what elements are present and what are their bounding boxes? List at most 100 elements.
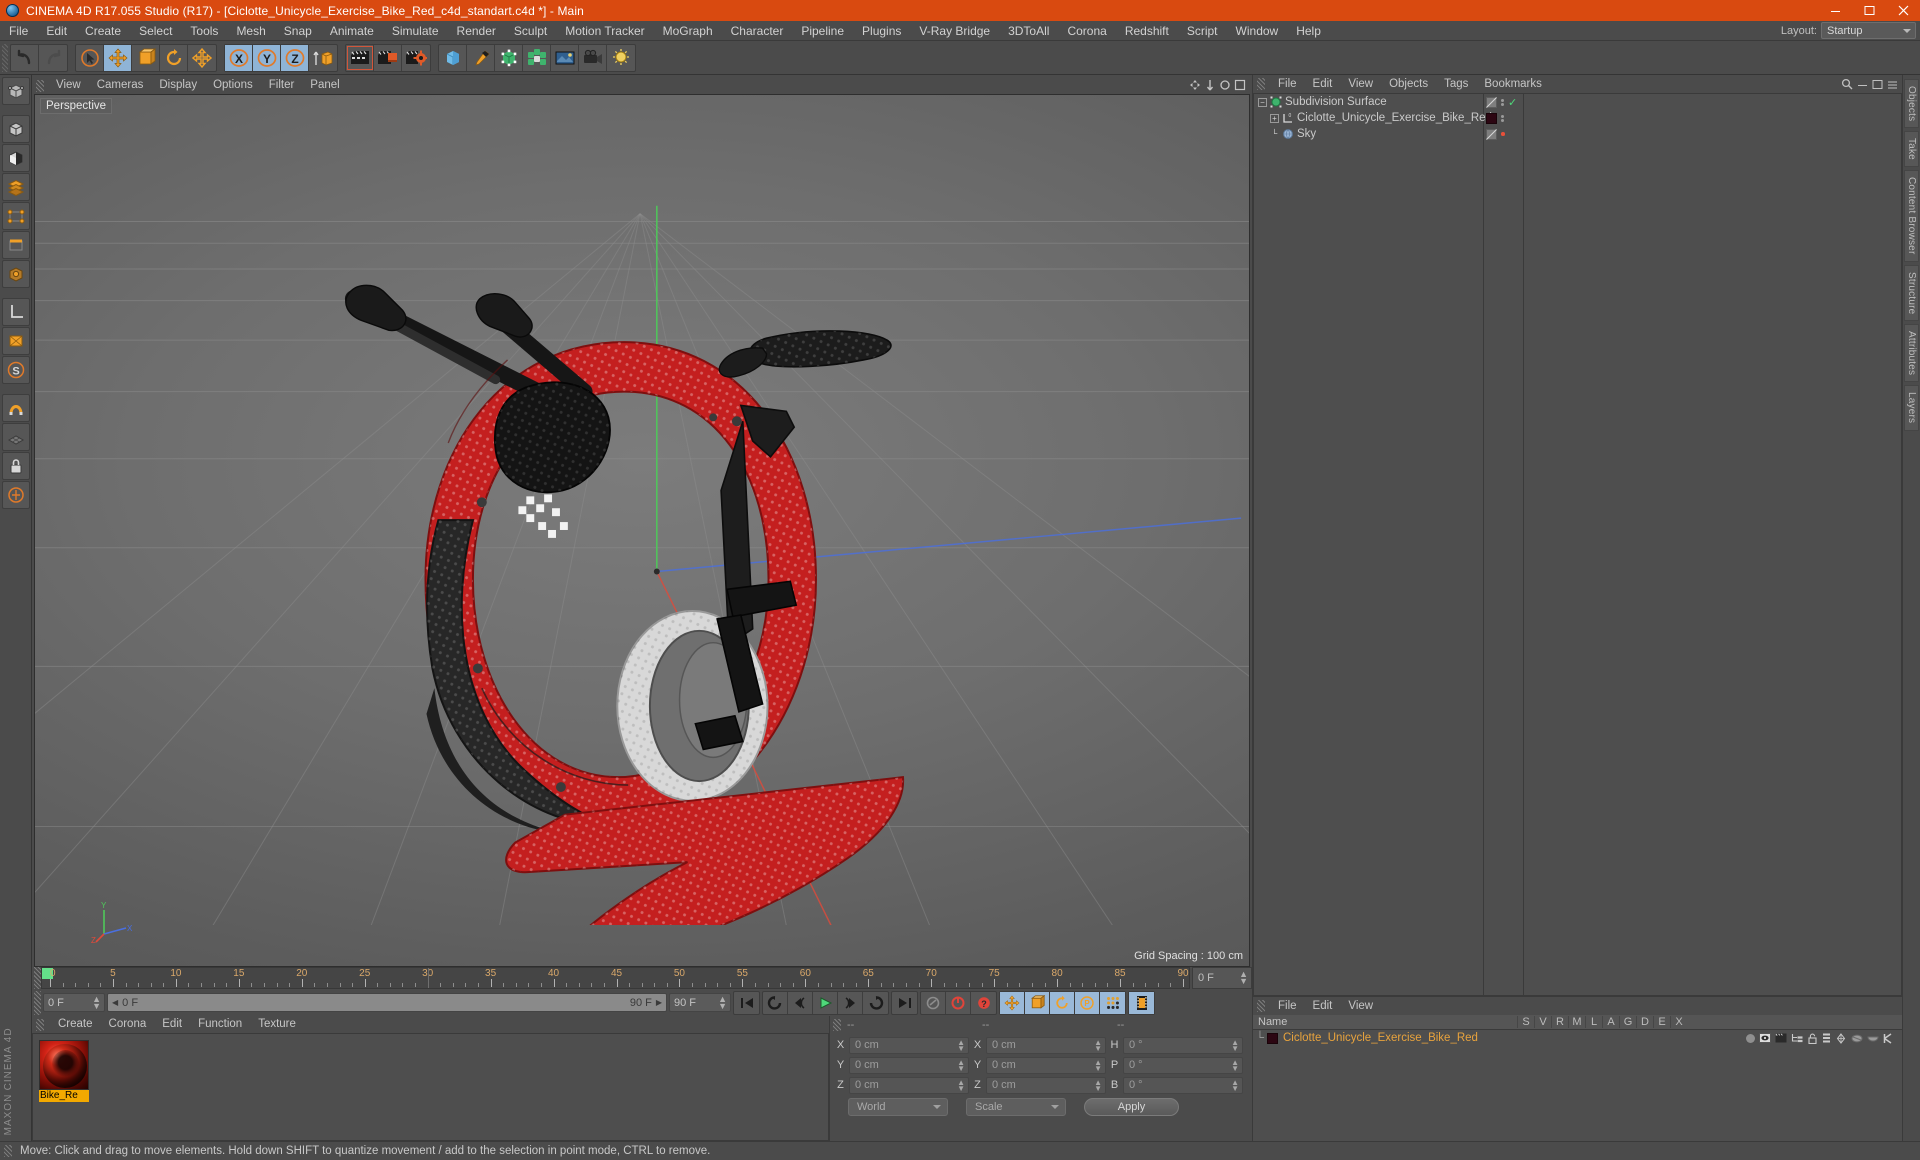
viewport-menu-view[interactable]: View <box>48 77 89 94</box>
tab-objects[interactable]: Objects <box>1904 79 1919 129</box>
move-alt-tool[interactable] <box>188 45 216 71</box>
range-right-arrow-icon[interactable]: ▶ <box>656 998 662 1007</box>
material-menu-grip[interactable] <box>36 1018 44 1031</box>
g-flag-gizmo-icon[interactable] <box>1835 1032 1847 1044</box>
select-tool[interactable] <box>76 44 104 71</box>
tab-take[interactable]: Take <box>1904 131 1919 168</box>
texture-axis-icon[interactable] <box>1 327 30 355</box>
om-menu-bookmarks[interactable]: Bookmarks <box>1476 75 1550 93</box>
render-settings[interactable] <box>402 45 430 71</box>
quantize-s-icon[interactable]: S <box>1 356 30 384</box>
add-cube-object[interactable] <box>439 44 467 71</box>
ml-menu-edit[interactable]: Edit <box>1305 997 1341 1015</box>
point-level-animation-toggle[interactable] <box>1100 991 1125 1014</box>
menu-character[interactable]: Character <box>722 21 793 41</box>
pos-y-input[interactable]: 0 cm ▲ ▼ <box>849 1056 969 1074</box>
timeline-ruler[interactable]: 051015202530354045505560657075808590 <box>41 967 1190 989</box>
d-flag-disc-icon[interactable] <box>1851 1033 1863 1044</box>
x-axis-lock[interactable]: X <box>225 44 253 71</box>
menu-vray-bridge[interactable]: V-Ray Bridge <box>910 21 999 41</box>
scale-tool[interactable] <box>132 44 160 71</box>
menu-simulate[interactable]: Simulate <box>383 21 448 41</box>
move-tool[interactable] <box>104 44 132 71</box>
column-r[interactable]: R <box>1551 1016 1568 1028</box>
size-y-input[interactable]: 0 cm ▲ ▼ <box>986 1056 1106 1074</box>
menu-help[interactable]: Help <box>1287 21 1330 41</box>
autokeying-button[interactable] <box>946 991 971 1014</box>
model-mode-icon[interactable] <box>1 115 30 143</box>
edge-mode-icon[interactable] <box>1 231 30 259</box>
render-to-picture-viewer[interactable] <box>374 44 402 71</box>
go-to-start-button[interactable] <box>734 992 759 1014</box>
material-menu-create[interactable]: Create <box>50 1016 101 1033</box>
tab-structure[interactable]: Structure <box>1904 264 1919 322</box>
material-list-row[interactable]: └ Ciclotte_Unicycle_Exercise_Bike_Red <box>1253 1030 1902 1046</box>
y-axis-lock[interactable]: Y <box>253 44 281 71</box>
x-flag-icon[interactable] <box>1883 1032 1894 1044</box>
perspective-viewport[interactable]: Perspective Y X Z Grid Spacing: 100 cm <box>34 94 1250 967</box>
stepper-icon[interactable]: ▲ ▼ <box>1231 1038 1239 1052</box>
object-manager[interactable]: − Subdivision Surface + 0 Ciclotte_Unicy… <box>1253 93 1902 996</box>
ml-menu-file[interactable]: File <box>1270 997 1305 1015</box>
stepper-icon[interactable]: ▲ ▼ <box>1231 1058 1239 1072</box>
point-mode-icon[interactable] <box>1 202 30 230</box>
object-row-sky[interactable]: └ Sky <box>1254 126 1483 142</box>
timeline-frame-field[interactable]: 0 F ▲ ▼ <box>1192 967 1252 989</box>
menu-mograph[interactable]: MoGraph <box>654 21 722 41</box>
magnet-snap-icon[interactable] <box>1 394 30 422</box>
menu-create[interactable]: Create <box>76 21 130 41</box>
tab-content-browser[interactable]: Content Browser <box>1904 170 1919 262</box>
menu-select[interactable]: Select <box>130 21 181 41</box>
stepper-icon[interactable]: ▲ ▼ <box>957 1058 965 1072</box>
stepper-icon[interactable]: ▲ ▼ <box>957 1078 965 1092</box>
column-v[interactable]: V <box>1534 1016 1551 1028</box>
redo-button[interactable] <box>39 45 67 71</box>
object-row-bike[interactable]: + 0 Ciclotte_Unicycle_Exercise_Bike_Red <box>1254 110 1492 126</box>
timeline-toggle[interactable] <box>1129 991 1154 1014</box>
menu-motion-tracker[interactable]: Motion Tracker <box>556 21 653 41</box>
rot-p-input[interactable]: 0 ° ▲ ▼ <box>1123 1056 1243 1074</box>
tab-layers[interactable]: Layers <box>1904 385 1919 431</box>
record-active-objects-button[interactable] <box>921 991 946 1014</box>
menu-pipeline[interactable]: Pipeline <box>792 21 853 41</box>
play-reverse-button[interactable] <box>763 991 788 1014</box>
l-shape-icon[interactable] <box>1 298 30 326</box>
texture-checker-icon[interactable] <box>1 144 30 172</box>
transport-grip[interactable] <box>34 990 41 1015</box>
polygon-layers-icon[interactable] <box>1 173 30 201</box>
material-item-bike-red[interactable]: Bike_Re <box>39 1040 89 1102</box>
play-button[interactable] <box>813 991 838 1014</box>
visibility-dots[interactable] <box>1501 114 1504 122</box>
loop-button[interactable] <box>863 992 888 1014</box>
material-menu-edit[interactable]: Edit <box>154 1016 190 1033</box>
coordinates-grip[interactable] <box>833 1018 841 1031</box>
object-axis-icon[interactable] <box>1 260 30 288</box>
column-e[interactable]: E <box>1653 1016 1670 1028</box>
rotate-tool[interactable] <box>160 44 188 71</box>
axis-enable-icon[interactable] <box>1 481 30 509</box>
frame-range-slider[interactable]: ◀ 0 F 90 F ▶ <box>107 993 667 1012</box>
add-environment[interactable] <box>551 44 579 71</box>
go-to-end-button[interactable] <box>892 992 917 1014</box>
undo-button[interactable] <box>11 44 39 71</box>
add-camera[interactable] <box>579 44 607 71</box>
step-back-button[interactable] <box>788 991 813 1014</box>
material-menu-texture[interactable]: Texture <box>250 1016 304 1033</box>
material-tag-icon[interactable] <box>1486 112 1497 124</box>
maximize-panel-icon[interactable] <box>1872 79 1883 90</box>
rot-h-input[interactable]: 0 ° ▲ ▼ <box>1123 1036 1243 1054</box>
record-scale-toggle[interactable] <box>1025 991 1050 1014</box>
pos-x-input[interactable]: 0 cm ▲ ▼ <box>849 1036 969 1054</box>
status-grip[interactable] <box>4 1145 12 1157</box>
material-manager-body[interactable]: Bike_Re <box>32 1033 829 1141</box>
minimize-icon[interactable] <box>1818 0 1852 21</box>
layout-select[interactable]: Startup <box>1821 22 1916 39</box>
l-flag-lock-icon[interactable] <box>1807 1033 1818 1044</box>
om-menu-file[interactable]: File <box>1270 75 1305 93</box>
add-generator[interactable] <box>495 44 523 71</box>
menu-3dtoall[interactable]: 3DToAll <box>999 21 1058 41</box>
v-flag-eye-icon[interactable] <box>1759 1033 1771 1043</box>
column-m[interactable]: M <box>1568 1016 1585 1028</box>
z-axis-lock[interactable]: Z <box>281 44 309 71</box>
viewport-zoom-icon[interactable] <box>1204 79 1216 91</box>
